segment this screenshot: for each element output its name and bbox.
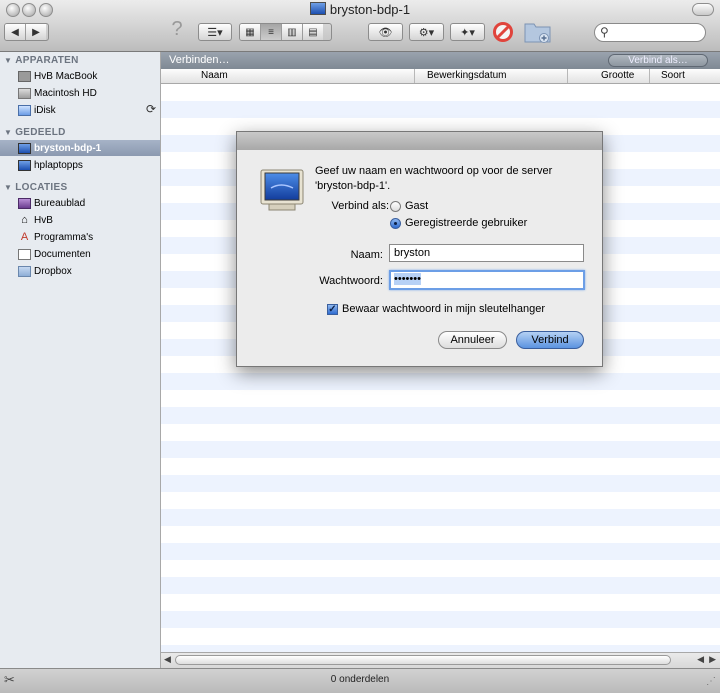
sidebar-item-bureaublad[interactable]: Bureaublad xyxy=(0,195,160,211)
shared-computer-icon xyxy=(18,159,31,171)
back-button[interactable]: ◀ xyxy=(5,24,26,40)
dialog-message: Geef uw naam en wachtwoord op voor de se… xyxy=(315,165,553,192)
sidebar: ▼ APPARATEN HvB MacBook Macintosh HD iDis… xyxy=(0,52,161,668)
server-monitor-icon xyxy=(259,168,305,214)
sidebar-item-hvb-macbook[interactable]: HvB MacBook xyxy=(0,68,160,84)
idisk-icon xyxy=(18,104,31,116)
column-kind[interactable]: Soort xyxy=(661,70,685,81)
dropbox-menu-icon[interactable]: ✦▾ xyxy=(450,23,485,41)
scroll-left-icon[interactable]: ◀ xyxy=(164,654,171,665)
column-separator[interactable] xyxy=(649,69,650,83)
new-folder-icon[interactable] xyxy=(524,20,552,44)
sidebar-item-bryston-bdp-1[interactable]: bryston-bdp-1 xyxy=(0,140,160,156)
help-icon[interactable]: ? xyxy=(167,18,187,40)
connect-as-button[interactable]: Verbind als… xyxy=(608,54,708,67)
sidebar-item-idisk[interactable]: iDisk ⟳ xyxy=(0,102,160,118)
sidebar-item-programmas[interactable]: A Programma's xyxy=(0,229,160,245)
save-in-keychain-checkbox[interactable]: ✓ Bewaar wachtwoord in mijn sleutelhanger xyxy=(327,303,545,315)
sidebar-item-dropbox[interactable]: Dropbox xyxy=(0,263,160,279)
sidebar-section-locaties[interactable]: ▼ LOCATIES xyxy=(4,182,67,193)
connect-dialog: Geef uw naam en wachtwoord op voor de se… xyxy=(236,131,603,367)
radio-guest[interactable]: Gast xyxy=(390,200,428,212)
list-view-button[interactable]: ≡ xyxy=(261,24,282,40)
dialog-top-bar xyxy=(237,132,602,150)
forward-button[interactable]: ▶ xyxy=(26,24,46,40)
column-separator[interactable] xyxy=(414,69,415,83)
action-gear-icon[interactable]: ⚙▾ xyxy=(409,23,444,41)
quicklook-eye-icon[interactable]: 👁 xyxy=(368,23,403,41)
icon-view-button[interactable]: ▦ xyxy=(240,24,261,40)
sync-icon[interactable]: ⟳ xyxy=(146,102,156,116)
connection-bar: Verbinden… Verbind als… xyxy=(161,52,720,69)
shared-computer-icon xyxy=(18,142,31,154)
server-icon xyxy=(309,2,326,15)
no-entry-icon[interactable] xyxy=(493,22,513,42)
desktop-icon xyxy=(18,197,31,209)
sidebar-item-hplaptopps[interactable]: hplaptopps xyxy=(0,157,160,173)
item-count: 0 onderdelen xyxy=(330,674,390,685)
scrollbar-thumb[interactable] xyxy=(175,655,671,665)
name-field[interactable]: bryston xyxy=(389,244,584,262)
resize-grip-icon[interactable]: ⋰ xyxy=(706,676,716,687)
coverflow-view-button[interactable]: ▤ xyxy=(303,24,323,40)
search-field[interactable]: ⚲ xyxy=(594,23,706,42)
search-icon: ⚲ xyxy=(600,25,609,39)
radio-registered-user[interactable]: Geregistreerde gebruiker xyxy=(390,217,527,229)
cancel-button[interactable]: Annuleer xyxy=(438,331,507,349)
view-mode-buttons: ▦ ≡ ▥ ▤ xyxy=(239,23,332,41)
column-name[interactable]: Naam xyxy=(201,70,228,81)
column-header: Naam Bewerkingsdatum Grootte Soort xyxy=(161,69,720,84)
sidebar-item-hvb[interactable]: ⌂ HvB xyxy=(0,212,160,228)
radio-button[interactable] xyxy=(390,217,401,229)
column-modified[interactable]: Bewerkingsdatum xyxy=(427,70,506,81)
document-icon xyxy=(18,248,31,260)
connecting-label: Verbinden… xyxy=(169,54,230,66)
sidebar-section-gedeeld[interactable]: ▼ GEDEELD xyxy=(4,127,66,138)
laptop-icon xyxy=(18,70,31,82)
password-label: Wachtwoord: xyxy=(319,275,383,287)
scroll-left-icon[interactable]: ◀ xyxy=(697,654,704,665)
password-field[interactable]: ••••••• xyxy=(389,270,585,290)
column-view-button[interactable]: ▥ xyxy=(282,24,303,40)
sidebar-item-macintosh-hd[interactable]: Macintosh HD xyxy=(0,85,160,101)
dropbox-folder-icon xyxy=(18,265,31,277)
hard-drive-icon xyxy=(18,87,31,99)
connect-button[interactable]: Verbind xyxy=(516,331,584,349)
scroll-right-icon[interactable]: ▶ xyxy=(709,654,716,665)
applications-icon: A xyxy=(20,230,29,243)
sidebar-section-apparaten[interactable]: ▼ APPARATEN xyxy=(4,55,79,66)
status-bar: ✂ 0 onderdelen ⋰ xyxy=(0,668,720,693)
sidebar-item-documenten[interactable]: Documenten xyxy=(0,246,160,262)
nav-buttons: ◀ ▶ xyxy=(4,23,49,41)
home-icon: ⌂ xyxy=(21,213,28,226)
toolbar: bryston-bdp-1 ◀ ▶ ? ☰▾ ▦ ≡ ▥ ▤ 👁 ⚙▾ ✦▾ ⚲ xyxy=(0,0,720,52)
connect-as-label: Verbind als: xyxy=(331,200,389,212)
column-separator[interactable] xyxy=(567,69,568,83)
name-label: Naam: xyxy=(350,249,383,261)
horizontal-scrollbar[interactable]: ◀ ◀ ▶ xyxy=(161,652,720,668)
window-title: bryston-bdp-1 xyxy=(0,2,720,17)
radio-button[interactable] xyxy=(390,200,401,212)
arrange-button[interactable]: ☰▾ xyxy=(198,23,232,41)
column-size[interactable]: Grootte xyxy=(601,70,634,81)
checkmark-icon[interactable]: ✓ xyxy=(327,303,338,315)
finder-window: bryston-bdp-1 ◀ ▶ ? ☰▾ ▦ ≡ ▥ ▤ 👁 ⚙▾ ✦▾ ⚲ xyxy=(0,0,720,693)
